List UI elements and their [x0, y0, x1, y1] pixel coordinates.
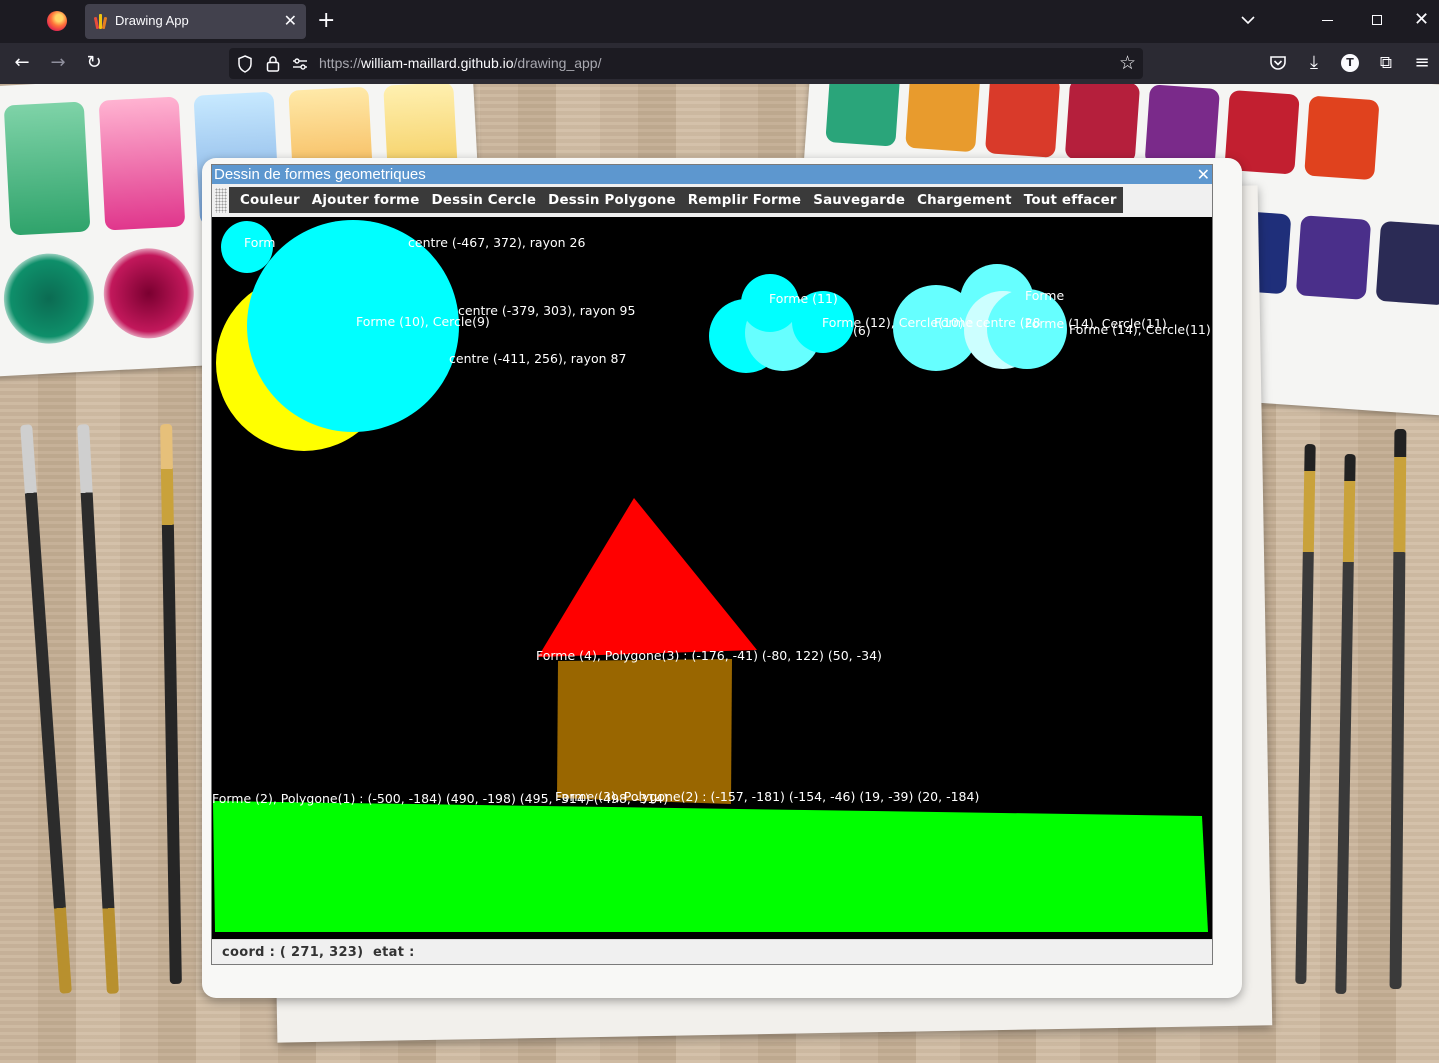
browser-tab-active[interactable]: Drawing App ✕ — [85, 4, 306, 39]
account-avatar[interactable]: T — [1341, 54, 1359, 72]
shape-label: Forme (4), Polygone(3) : (-176, -41) (-8… — [536, 648, 882, 663]
paintbrush — [1295, 443, 1316, 985]
shape-label: centre (-467, 372), rayon 26 — [408, 235, 585, 250]
paintbrush — [1335, 453, 1356, 995]
drawing-surface[interactable]: Form centre (-467, 372), rayon 26 centre… — [212, 218, 1212, 939]
tab-title: Drawing App — [115, 13, 189, 28]
tracking-shield-icon[interactable] — [237, 55, 253, 73]
menu-item-tout-effacer[interactable]: Tout effacer — [1018, 193, 1123, 208]
shape-forme-2[interactable] — [213, 801, 1208, 932]
shape-label: Forme (11) — [769, 291, 838, 306]
browser-tab-bar: Drawing App ✕ + ✕ — [0, 0, 1439, 43]
menu-item-chargement[interactable]: Chargement — [911, 193, 1018, 208]
app-statusbar: coord : ( 271, 323) etat : — [212, 939, 1212, 964]
menu-item-couleur[interactable]: Couleur — [234, 193, 306, 208]
shape-label: (6) — [853, 323, 871, 338]
site-permissions-icon[interactable] — [292, 57, 308, 71]
window-minimize-icon[interactable] — [1322, 20, 1333, 21]
brushes-favicon-icon — [93, 14, 108, 30]
menu-item-dessin-polygone[interactable]: Dessin Polygone — [542, 193, 682, 208]
chevron-down-icon[interactable] — [1238, 10, 1258, 30]
url-bar[interactable]: https://william-maillard.github.io/drawi… — [229, 48, 1143, 79]
shape-forme-3[interactable] — [557, 659, 732, 804]
menu-item-ajouter-forme[interactable]: Ajouter forme — [306, 193, 426, 208]
window-maximize-icon[interactable] — [1372, 15, 1382, 25]
shape-label: Forme — [1025, 288, 1064, 303]
pocket-icon[interactable] — [1269, 55, 1287, 72]
shape-label: Forme — [934, 315, 973, 330]
shape-forme-4[interactable] — [538, 498, 757, 657]
shape-label: centre (-411, 256), rayon 87 — [449, 351, 626, 366]
back-arrow-icon[interactable]: ← — [12, 53, 32, 73]
reload-icon[interactable]: ↻ — [84, 53, 104, 73]
toolbar-grip-icon[interactable] — [215, 188, 227, 213]
bookmark-star-icon[interactable]: ☆ — [1119, 52, 1136, 74]
browser-nav-bar: ← → ↻ https://william-maillard.github.io… — [0, 43, 1439, 84]
drawing-app-window: Dessin de formes geometriques ✕ Couleur … — [211, 164, 1213, 965]
firefox-logo-icon — [47, 11, 67, 31]
lock-icon[interactable] — [266, 55, 280, 72]
menu-item-remplir-forme[interactable]: Remplir Forme — [682, 193, 807, 208]
app-titlebar: Dessin de formes geometriques ✕ — [212, 165, 1212, 184]
hamburger-menu-icon[interactable]: ≡ — [1412, 53, 1432, 73]
menu-item-sauvegarde[interactable]: Sauvegarde — [807, 193, 911, 208]
drawing-canvas[interactable]: Form centre (-467, 372), rayon 26 centre… — [212, 218, 1212, 939]
shape-label: Forme (14), Cercle(11) : centre (2 — [1069, 322, 1212, 337]
app-title: Dessin de formes geometriques — [214, 166, 426, 183]
paintbrush — [160, 423, 182, 985]
shape-label: Form — [244, 235, 276, 250]
extensions-puzzle-icon[interactable]: ⧉ — [1376, 53, 1396, 73]
paintbrush — [1389, 428, 1407, 990]
app-menubar: Couleur Ajouter forme Dessin Cercle Dess… — [212, 184, 1212, 217]
paintbrush — [20, 424, 72, 994]
shape-label: Forme (10), Cercle(9) — [356, 314, 490, 329]
status-text: coord : ( 271, 323) etat : — [222, 945, 415, 960]
menu-item-dessin-cercle[interactable]: Dessin Cercle — [425, 193, 542, 208]
close-icon[interactable]: ✕ — [1197, 165, 1210, 184]
window-close-icon[interactable]: ✕ — [1414, 9, 1429, 31]
menu-group: Couleur Ajouter forme Dessin Cercle Dess… — [229, 187, 1123, 213]
new-tab-icon[interactable]: + — [317, 9, 335, 33]
url-text[interactable]: https://william-maillard.github.io/drawi… — [319, 55, 601, 71]
downloads-icon[interactable]: ⤓ — [1304, 53, 1324, 73]
paintbrush — [77, 424, 119, 994]
forward-arrow-icon[interactable]: → — [48, 53, 68, 73]
close-tab-icon[interactable]: ✕ — [284, 11, 297, 31]
shape-label: Forme (2), Polygone(1) : (-500, -184) (4… — [212, 791, 668, 806]
